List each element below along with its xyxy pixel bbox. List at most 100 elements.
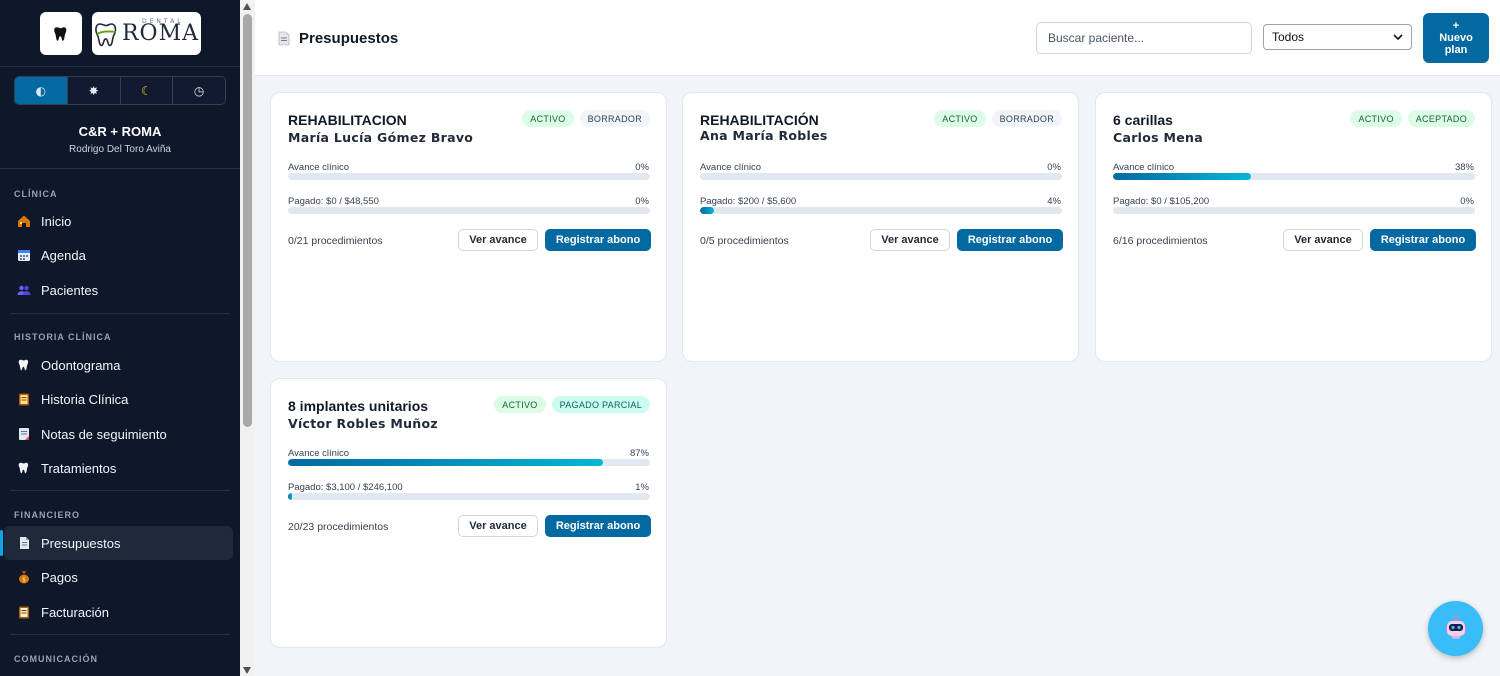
scroll-thumb[interactable] [243, 14, 252, 427]
svg-text:$: $ [22, 577, 26, 584]
scroll-up-arrow-icon[interactable] [243, 3, 251, 10]
tooth-outline-icon [95, 22, 117, 46]
sidebar-item-presupuestos[interactable]: Presupuestos [0, 526, 233, 560]
sun-icon: ✸ [88, 83, 99, 98]
payment-bar [288, 493, 650, 500]
new-plan-label-2: plan [1444, 44, 1468, 56]
badge-group: ACTIVO PAGADO PARCIAL [494, 396, 650, 413]
clinic-name: C&R + ROMA [78, 124, 162, 139]
register-payment-button[interactable]: Registrar abono [1370, 229, 1476, 251]
sidebar-item-odontograma[interactable]: Odontograma [4, 348, 233, 382]
register-payment-button[interactable]: Registrar abono [957, 229, 1063, 251]
sidebar-item-label: Tratamientos [41, 460, 117, 476]
theme-light-button[interactable]: ✸ [67, 77, 121, 104]
sidebar-item-label: Historia Clínica [41, 391, 129, 407]
payment-fill [288, 493, 292, 500]
document-icon [17, 536, 31, 550]
progress-label: Avance clínico [700, 162, 762, 173]
payment-label: Pagado: $0 / $105,200 [1113, 196, 1210, 207]
budget-card: 8 implantes unitarios Víctor Robles Muño… [270, 378, 667, 648]
theme-auto-button[interactable]: ◐ [15, 77, 68, 104]
sidebar-item-label: Presupuestos [41, 535, 121, 551]
sidebar-item-label: Notas de seguimiento [41, 426, 167, 442]
budget-card: REHABILITACION María Lucía Gómez Bravo A… [270, 92, 667, 362]
sidebar-item-pagos[interactable]: $ Pagos [4, 560, 233, 594]
moon-icon: ☾ [140, 83, 152, 98]
home-icon [17, 214, 31, 228]
progress-bar [1113, 173, 1475, 180]
sidebar-item-facturacion[interactable]: Facturación [4, 595, 233, 629]
ledger-icon [17, 605, 31, 619]
payment-bar [700, 207, 1062, 214]
sidebar-divider [10, 634, 230, 635]
payment-bar [288, 207, 650, 214]
procedures-count: 6/16 procedimientos [1113, 235, 1208, 247]
procedures-count: 0/5 procedimientos [700, 235, 789, 247]
register-payment-button[interactable]: Registrar abono [545, 229, 651, 251]
user-name: Rodrigo Del Toro Aviña [69, 144, 171, 155]
sidebar-item-tratamientos[interactable]: Tratamientos [4, 451, 233, 485]
assistant-bot-button[interactable] [1428, 601, 1483, 656]
view-progress-button[interactable]: Ver avance [1283, 229, 1363, 251]
tooth-icon [17, 461, 31, 475]
patient-name: Carlos Mena [1113, 130, 1203, 145]
logo-group: ROMA DENTAL [0, 0, 240, 55]
sidebar-item-label: Pacientes [41, 282, 99, 298]
view-progress-button[interactable]: Ver avance [870, 229, 950, 251]
payment-label: Pagado: $3,100 / $246,100 [288, 482, 403, 493]
stage-badge: PAGADO PARCIAL [551, 396, 650, 413]
page-header: Presupuestos Todos + Nuevo plan [255, 0, 1500, 76]
page-title-text: Presupuestos [299, 30, 399, 47]
sidebar-item-inicio[interactable]: Inicio [4, 204, 233, 238]
roma-logo: ROMA DENTAL [92, 12, 201, 55]
sidebar-divider [0, 168, 240, 169]
budget-card: REHABILITACIÓN Ana María Robles ACTIVO B… [682, 92, 1079, 362]
sidebar-item-pacientes[interactable]: Pacientes [4, 273, 233, 307]
clinic-info: C&R + ROMA Rodrigo Del Toro Aviña [0, 124, 240, 155]
section-comunicacion: COMUNICACIÓN [14, 654, 98, 664]
contrast-icon: ◐ [35, 83, 47, 98]
progress-percent: 0% [1047, 162, 1061, 173]
theme-schedule-button[interactable]: ◷ [173, 77, 225, 104]
status-badge: ACTIVO [522, 110, 574, 127]
sidebar-item-label: Inicio [41, 213, 72, 229]
section-historia: HISTORIA CLÍNICA [14, 332, 112, 342]
stage-badge: BORRADOR [579, 110, 650, 127]
sidebar-item-notas[interactable]: Notas de seguimiento [4, 417, 233, 451]
progress-bar [288, 173, 650, 180]
sidebar-scrollbar[interactable] [240, 0, 255, 676]
sidebar-item-agenda[interactable]: Agenda [4, 238, 233, 272]
notes-icon [17, 427, 31, 441]
register-payment-button[interactable]: Registrar abono [545, 515, 651, 537]
payment-label: Pagado: $0 / $48,550 [288, 196, 379, 207]
new-plan-button[interactable]: + Nuevo plan [1423, 13, 1489, 63]
tooth-icon [54, 26, 67, 41]
scroll-down-arrow-icon[interactable] [243, 667, 251, 674]
search-input[interactable] [1036, 22, 1252, 54]
progress-label: Avance clínico [1113, 162, 1175, 173]
sidebar-item-label: Facturación [41, 604, 109, 620]
payment-percent: 0% [635, 196, 649, 207]
tooth-logo [40, 12, 82, 55]
status-filter-select[interactable]: Todos [1263, 24, 1412, 50]
page-title: Presupuestos [277, 30, 398, 47]
sidebar: ROMA DENTAL ◐ ✸ ☾ ◷ C&R + ROMA Rodrigo D… [0, 0, 240, 676]
sidebar-item-label: Odontograma [41, 357, 121, 373]
theme-dark-button[interactable]: ☾ [120, 77, 174, 104]
robot-icon [1444, 614, 1467, 639]
stage-badge: BORRADOR [991, 110, 1062, 127]
money-bag-icon: $ [17, 570, 31, 584]
logo-subtext: DENTAL [142, 18, 184, 25]
users-icon [17, 283, 31, 297]
progress-percent: 87% [629, 448, 649, 459]
sidebar-item-historia-clinica[interactable]: Historia Clínica [4, 382, 233, 416]
status-filter-value: Todos [1272, 30, 1305, 44]
patient-name: Ana María Robles [700, 128, 828, 143]
document-icon [278, 31, 290, 46]
view-progress-button[interactable]: Ver avance [458, 515, 538, 537]
status-badge: ACTIVO [1350, 110, 1402, 127]
view-progress-button[interactable]: Ver avance [458, 229, 538, 251]
procedures-count: 20/23 procedimientos [288, 521, 389, 533]
clipboard-icon [17, 392, 31, 406]
payment-percent: 1% [635, 482, 649, 493]
